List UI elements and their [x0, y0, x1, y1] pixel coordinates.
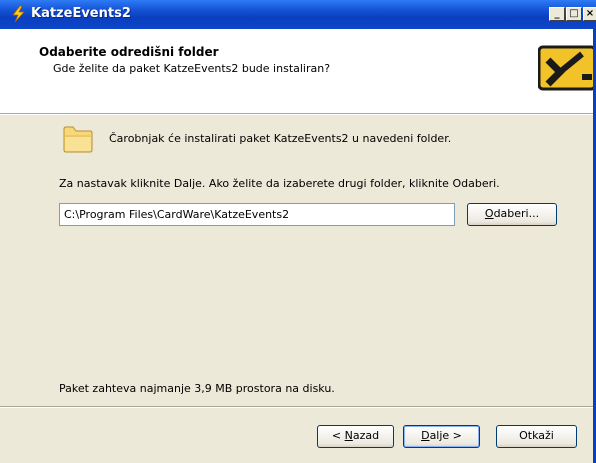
back-access-key: N — [344, 429, 353, 442]
page-subtitle: Gde želite da paket KatzeEvents2 bude in… — [53, 62, 331, 75]
window-title: KatzeEvents2 — [31, 6, 131, 21]
disk-space-text: Paket zahteva najmanje 3,9 MB prostora n… — [59, 382, 335, 395]
browse-label-access-key: O — [484, 207, 494, 220]
intro-text: Čarobnjak će instalirati paket KatzeEven… — [109, 132, 452, 145]
folder-icon — [63, 126, 93, 153]
next-access-key: D — [421, 429, 430, 442]
install-path-input[interactable]: C:\Program Files\CardWare\KatzeEvents2 — [59, 203, 455, 226]
instructions-text: Za nastavak kliknite Dalje. Ako želite d… — [59, 177, 500, 190]
close-button[interactable]: × — [583, 7, 596, 21]
title-bar[interactable]: KatzeEvents2 _ □ × — [0, 0, 596, 29]
content-panel — [0, 115, 596, 406]
next-button[interactable]: Dalje > — [403, 425, 480, 448]
lightning-icon — [12, 6, 25, 22]
page-title: Odaberite odredišni folder — [39, 45, 219, 59]
cancel-button[interactable]: Otkaži — [496, 425, 577, 448]
back-label: azad — [352, 429, 380, 442]
browse-button[interactable]: Odaberi... — [467, 203, 557, 226]
maximize-button[interactable]: □ — [566, 7, 582, 21]
back-prefix: < — [331, 429, 345, 442]
browse-label: daberi... — [493, 207, 540, 220]
next-label: alje > — [429, 429, 462, 442]
minimize-button[interactable]: _ — [549, 7, 565, 21]
back-button[interactable]: < Nazad — [317, 425, 394, 448]
wizard-icon — [538, 45, 596, 91]
